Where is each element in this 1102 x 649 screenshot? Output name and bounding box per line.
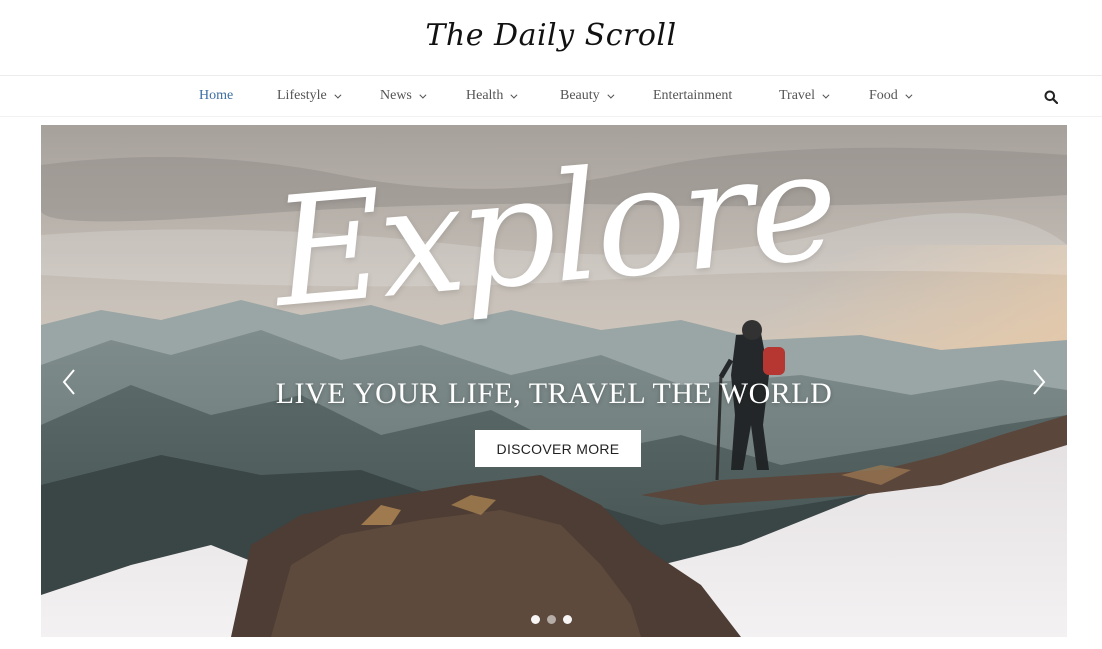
nav-item-health[interactable]: Health xyxy=(466,88,518,104)
chevron-down-icon xyxy=(905,91,913,99)
main-nav: Home Lifestyle News Health Beauty Entert… xyxy=(0,77,1102,117)
hero-subtitle: LIVE YOUR LIFE, TRAVEL THE WORLD xyxy=(275,377,833,410)
slider-dot-active[interactable] xyxy=(547,615,556,624)
discover-more-button[interactable]: DISCOVER MORE xyxy=(475,430,641,467)
chevron-down-icon xyxy=(607,91,615,99)
nav-label: Food xyxy=(869,88,898,103)
chevron-down-icon xyxy=(510,91,518,99)
nav-label: Entertainment xyxy=(653,88,733,103)
nav-item-beauty[interactable]: Beauty xyxy=(560,88,615,104)
nav-item-home[interactable]: Home xyxy=(199,88,233,104)
chevron-down-icon xyxy=(419,91,427,99)
nav-item-travel[interactable]: Travel xyxy=(779,88,830,104)
chevron-down-icon xyxy=(822,91,830,99)
nav-label: Home xyxy=(199,88,234,103)
nav-item-lifestyle[interactable]: Lifestyle xyxy=(277,88,342,104)
chevron-down-icon xyxy=(334,91,342,99)
site-logo[interactable]: The Daily Scroll xyxy=(425,18,676,53)
nav-item-entertainment[interactable]: Entertainment xyxy=(653,88,732,104)
slider-dot[interactable] xyxy=(531,615,540,624)
nav-label: Beauty xyxy=(560,88,600,103)
nav-label: Travel xyxy=(779,88,816,103)
nav-label: Health xyxy=(466,88,504,103)
chevron-right-icon[interactable] xyxy=(1027,365,1049,399)
hero-slider: Explore LIVE YOUR LIFE, TRAVEL THE WORLD… xyxy=(41,125,1067,637)
nav-label: Lifestyle xyxy=(277,88,327,103)
nav-item-food[interactable]: Food xyxy=(869,88,913,104)
slider-dot[interactable] xyxy=(563,615,572,624)
nav-item-news[interactable]: News xyxy=(380,88,427,104)
site-header: The Daily Scroll xyxy=(0,0,1102,76)
nav-label: News xyxy=(380,88,412,103)
slider-dots xyxy=(531,615,572,624)
search-icon[interactable] xyxy=(1044,90,1059,105)
chevron-left-icon[interactable] xyxy=(59,365,81,399)
